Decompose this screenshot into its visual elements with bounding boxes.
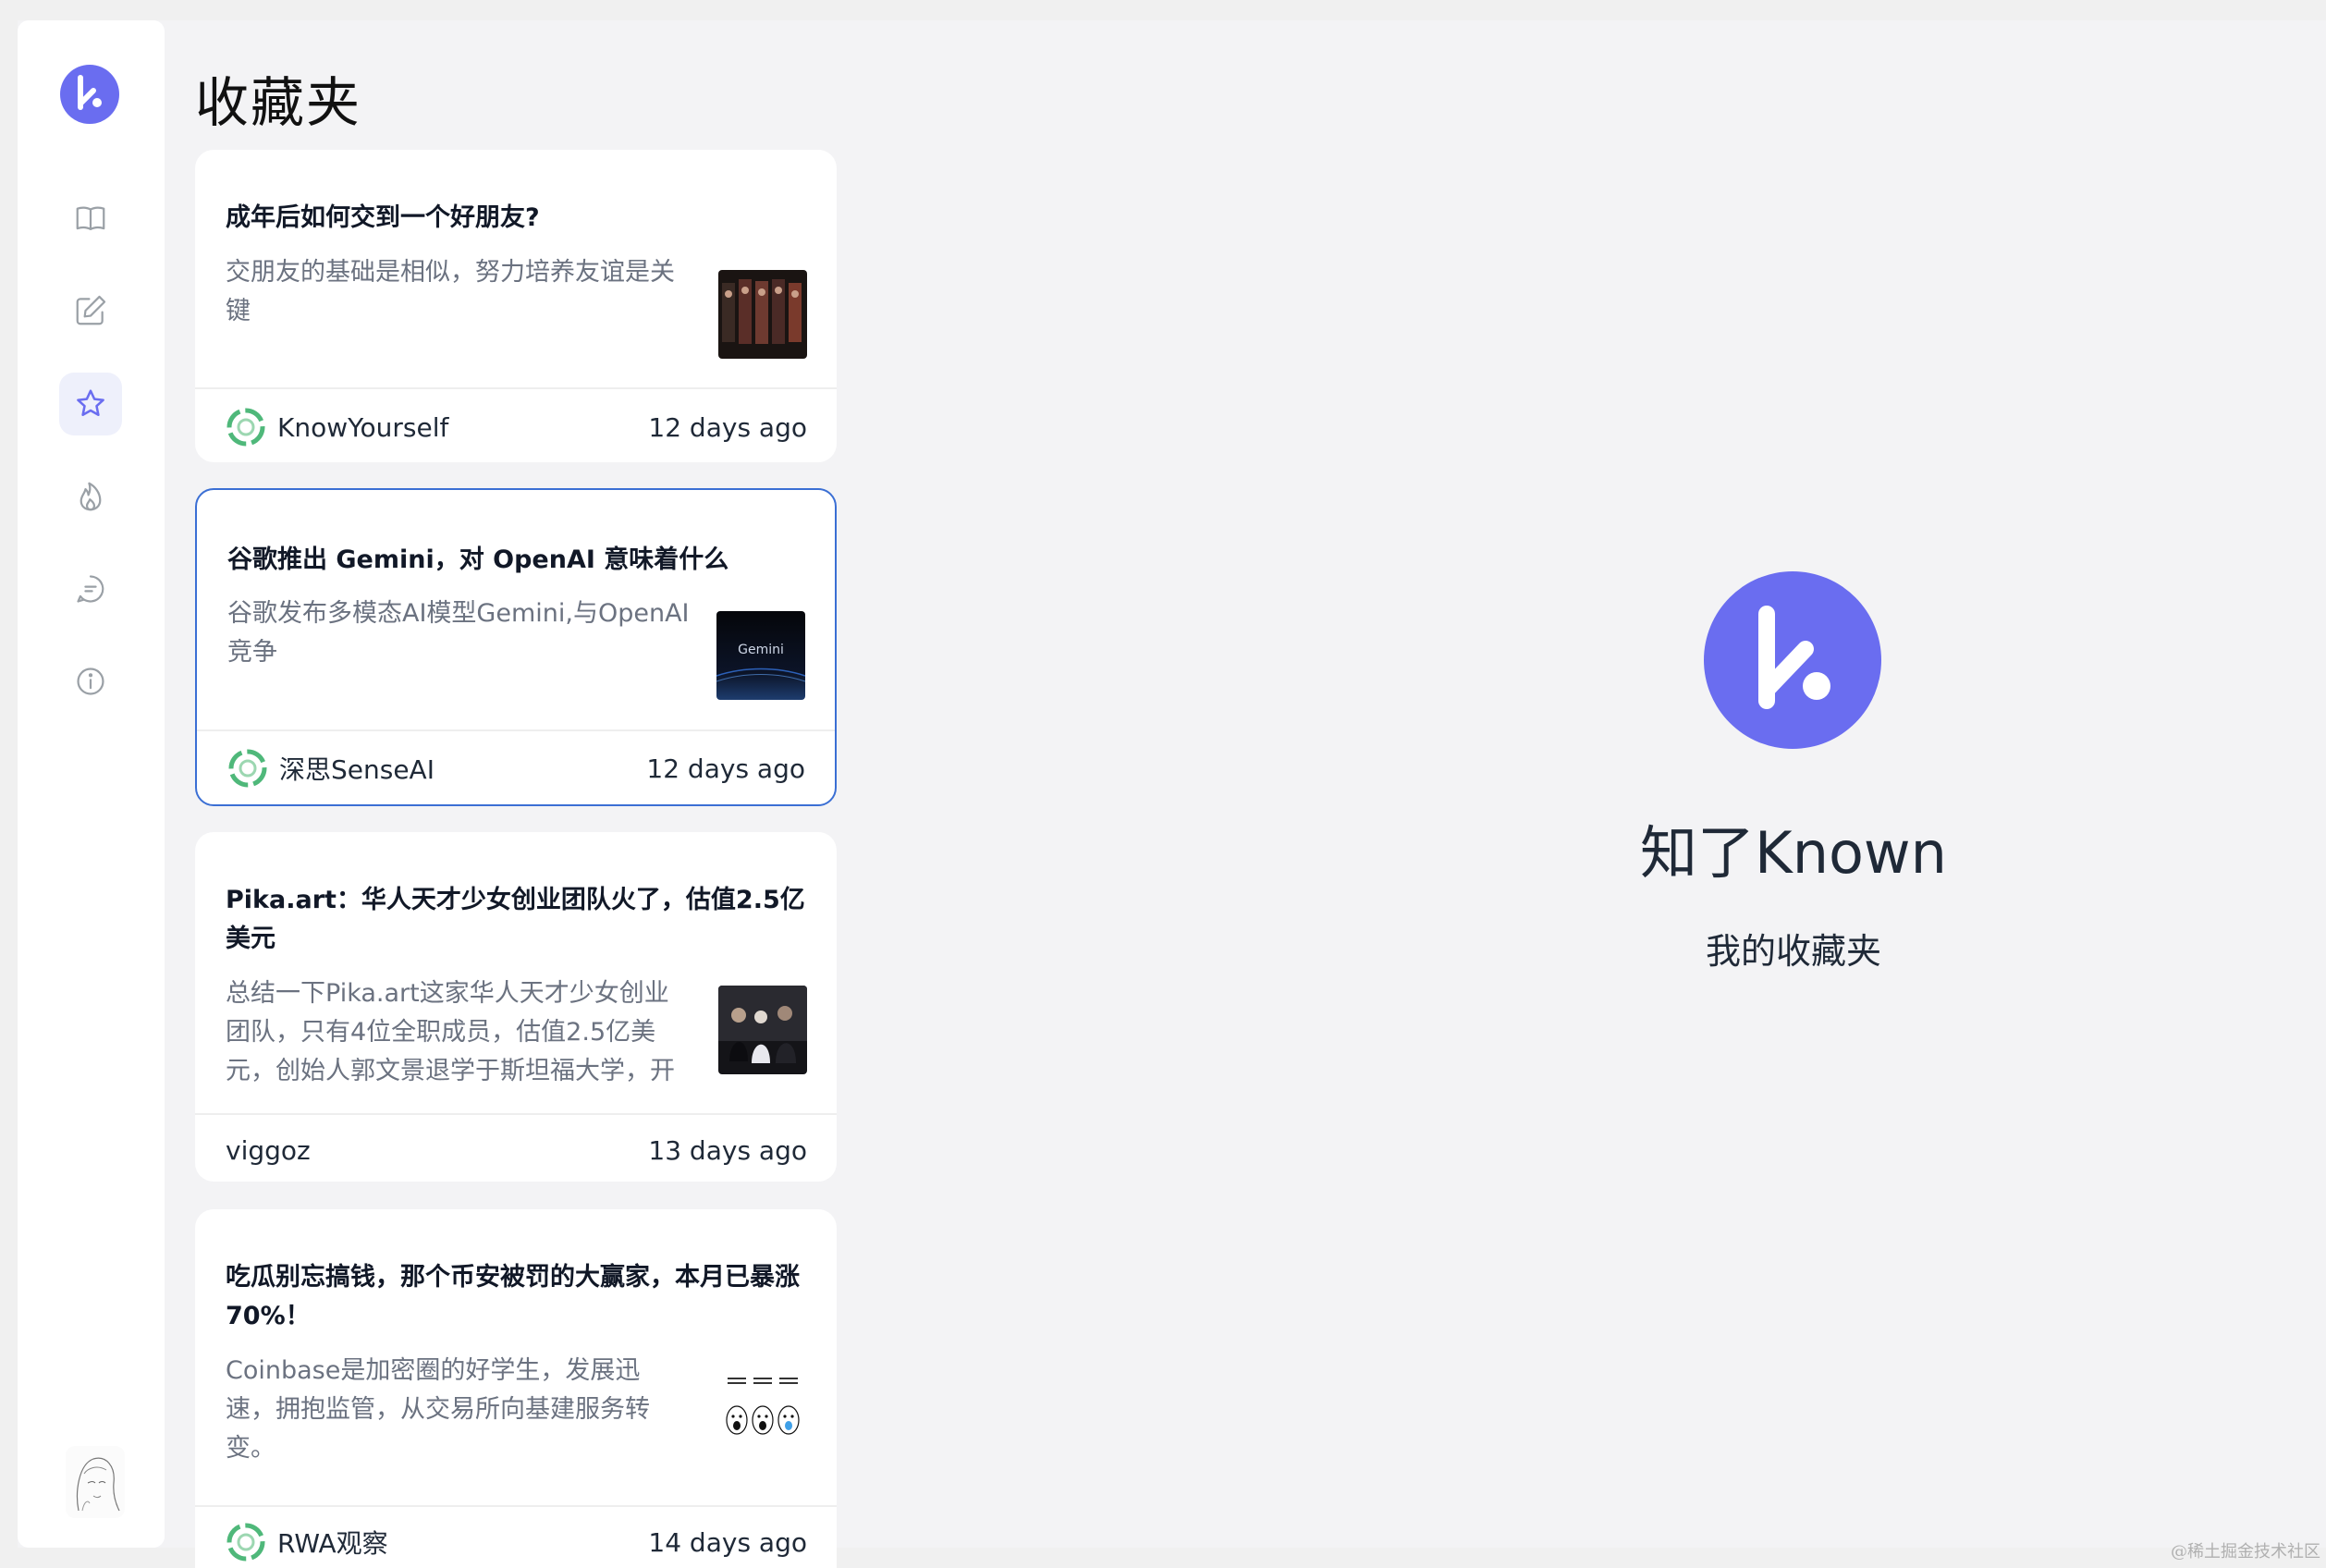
edit-icon [76,295,106,325]
card-time: 14 days ago [648,1526,807,1558]
sidebar-item-write[interactable] [59,279,122,342]
card-summary: 交朋友的基础是相似，努力培养友谊是关键 [226,258,675,325]
app-logo-icon[interactable] [60,65,119,124]
brand-subtitle: 我的收藏夹 [1705,931,1881,972]
sidebar-item-chat[interactable] [59,557,122,620]
card-divider [195,387,837,389]
card-title: 吃瓜别忘搞钱，那个币安被罚的大赢家，本月已暴涨70%！ [226,1263,800,1330]
source-logo-icon [226,1523,265,1562]
card-title: Pika.art：华人天才少女创业团队火了，估值2.5亿美元 [226,886,805,953]
card-time: 12 days ago [646,753,805,784]
card-footer: viggoz 13 days ago [226,1128,807,1172]
card-summary: 谷歌发布多模态AI模型Gemini,与OpenAI竞争 [227,599,690,667]
card-title: 谷歌推出 Gemini，对 OpenAI 意味着什么 [227,545,729,574]
card-summary: 总结一下Pika.art这家华人天才少女创业团队，只有4位全职成员，估值2.5亿… [226,979,675,1085]
book-icon [76,206,105,230]
card-divider [195,1113,837,1115]
sidebar [18,20,165,1548]
watermark: @稀土掘金技术社区 [2171,1542,2320,1562]
chat-icon [77,575,104,603]
sidebar-item-read[interactable] [59,187,122,250]
article-card[interactable]: 成年后如何交到一个好朋友? 交朋友的基础是相似，努力培养友谊是关键 KnowYo… [195,150,837,462]
brand-name: 知了Known [1640,819,1947,887]
sidebar-item-favorites[interactable] [59,373,122,435]
card-footer: RWA观察 14 days ago [226,1520,807,1564]
source-name: RWA观察 [277,1528,388,1559]
card-footer: 深思SenseAI 12 days ago [227,746,805,790]
card-time: 12 days ago [648,411,807,443]
article-card[interactable]: Pika.art：华人天才少女创业团队火了，估值2.5亿美元 总结一下Pika.… [195,832,837,1182]
source-name: KnowYourself [277,411,449,443]
card-thumbnail [718,270,807,359]
source-logo-icon [228,749,267,788]
fire-icon [80,482,102,511]
svg-text:Gemini: Gemini [738,643,784,657]
card-source: viggoz [226,1135,311,1166]
sidebar-item-hot[interactable] [59,465,122,528]
card-source: RWA观察 [226,1522,388,1562]
source-name: 深思SenseAI [279,754,435,785]
card-thumbnail [718,1366,807,1455]
page-title: 收藏夹 [195,71,362,134]
card-time: 13 days ago [648,1134,807,1166]
card-thumbnail [718,986,807,1074]
card-source: 深思SenseAI [227,748,435,789]
card-summary: Coinbase是加密圈的好学生，发展迅速，拥抱监管，从交易所向基建服务转变。 [226,1356,650,1463]
star-icon [77,389,104,416]
card-divider [197,729,835,731]
sidebar-item-about[interactable] [59,650,122,713]
card-thumbnail: Gemini [716,611,805,700]
article-card[interactable]: 吃瓜别忘搞钱，那个币安被罚的大赢家，本月已暴涨70%！ Coinbase是加密圈… [195,1209,837,1568]
article-card-selected[interactable]: 谷歌推出 Gemini，对 OpenAI 意味着什么 谷歌发布多模态AI模型Ge… [195,488,837,806]
user-avatar[interactable] [66,1446,125,1518]
card-source: KnowYourself [226,407,448,447]
card-footer: KnowYourself 12 days ago [226,405,807,449]
brand-logo-icon [1704,571,1881,749]
info-icon [77,668,104,695]
source-name: viggoz [226,1134,311,1166]
card-title: 成年后如何交到一个好朋友? [226,203,540,232]
source-logo-icon [226,408,265,447]
card-divider [195,1505,837,1507]
